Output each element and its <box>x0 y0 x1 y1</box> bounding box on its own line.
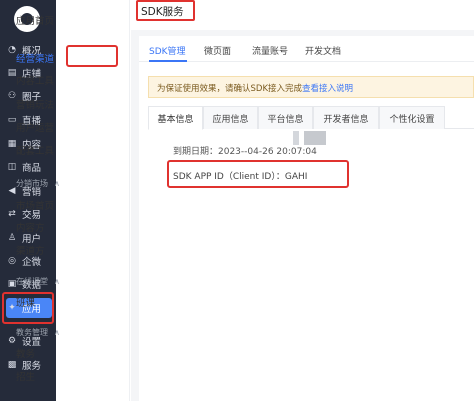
expiry-date: 到期日期：2023--04-26 20:07:04 <box>173 147 317 157</box>
chevron-up-icon: ∧ <box>54 179 60 188</box>
menu-item-channels[interactable]: 经营渠道 <box>16 51 54 65</box>
menu-item-channel-party[interactable]: 渠道方 <box>16 243 45 257</box>
content-card: SDK管理 微页面 流量账号 开发文档 为保证使用效果，请确认SDK接入完成查看… <box>139 36 474 401</box>
tab-sdk-management[interactable]: SDK管理 <box>149 44 186 57</box>
tab-personalization[interactable]: 个性化设置 <box>379 106 445 129</box>
chevron-up-icon: ∧ <box>54 328 60 337</box>
tab-dev-docs[interactable]: 开发文档 <box>305 44 341 57</box>
menu-item-edu[interactable]: 教务 <box>16 346 35 360</box>
highlight-box-title <box>136 0 195 21</box>
tab-traffic-account[interactable]: 流量账号 <box>252 44 288 57</box>
highlight-box-sdk-id <box>167 160 349 188</box>
tab-micro-page[interactable]: 微页面 <box>204 44 231 57</box>
wecom-icon: ◎ <box>8 256 16 266</box>
active-tab-underline <box>149 60 187 62</box>
rail-item-goods[interactable]: ◫ 商品 <box>6 157 52 177</box>
menu-item-content-tools[interactable]: 内容工具 <box>16 73 54 87</box>
menu-item-enroll[interactable]: 招生 <box>16 369 35 383</box>
menu-item-support-tools[interactable]: 配套工具 <box>16 143 54 157</box>
notice-banner: 为保证使用效果，请确认SDK接入完成查看接入说明 <box>148 76 474 98</box>
sub-tabs: 基本信息 应用信息 平台信息 开发者信息 个性化设置 <box>148 106 474 130</box>
section-edu-management[interactable]: 教务管理 ∧ <box>16 327 60 338</box>
section-online-classroom[interactable]: 在线课堂 ∧ <box>16 276 60 287</box>
notice-link[interactable]: 查看接入说明 <box>302 84 353 94</box>
tab-basic-info[interactable]: 基本信息 <box>148 106 203 130</box>
tab-platform-info[interactable]: 平台信息 <box>258 106 313 129</box>
section-distribution-market[interactable]: 分销市场 ∧ <box>16 178 60 189</box>
menu-item-market-home[interactable]: 市场首页 <box>16 198 54 212</box>
box-icon: ◫ <box>7 162 17 172</box>
user-icon: ♙ <box>7 233 17 243</box>
top-tabs: SDK管理 微页面 流量账号 开发文档 <box>139 36 474 62</box>
menu-item-class[interactable]: 班课 <box>16 295 35 309</box>
redaction-block <box>304 131 326 145</box>
redaction-block <box>293 131 299 145</box>
menu-item-marketing-play[interactable]: 营销玩法 <box>16 97 54 111</box>
tab-app-info[interactable]: 应用信息 <box>203 106 258 129</box>
menu-item-app-home[interactable]: 应用首页 <box>16 13 54 27</box>
highlight-box-channels <box>66 45 118 67</box>
menu-item-content-party[interactable]: 内容方 <box>16 220 45 234</box>
menu-item-user-ops[interactable]: 用户运营 <box>16 120 54 134</box>
chevron-up-icon: ∧ <box>54 277 60 286</box>
tab-developer-info[interactable]: 开发者信息 <box>313 106 379 129</box>
